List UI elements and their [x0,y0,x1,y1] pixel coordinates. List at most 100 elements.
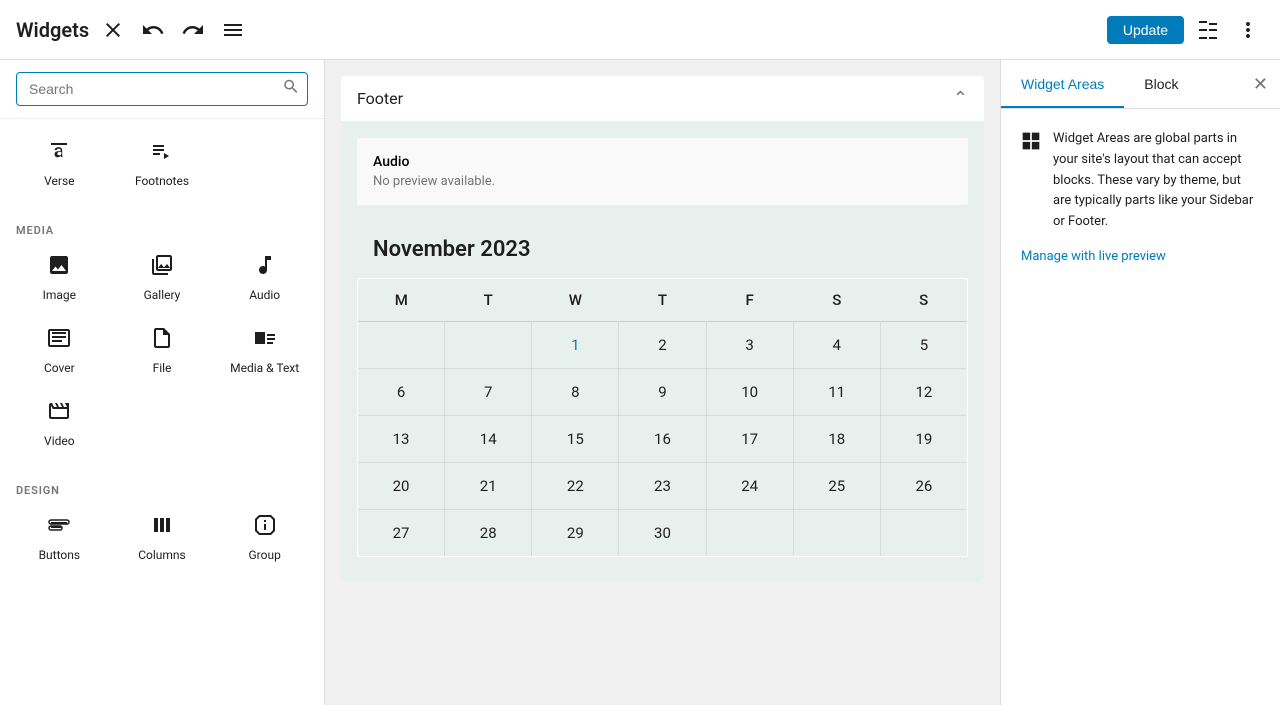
audio-sidebar-block[interactable]: Audio [213,241,316,314]
sidebar: Verse Footnotes MEDIA Image [0,60,325,705]
manage-live-preview-link[interactable]: Manage with live preview [1021,249,1260,264]
cal-cell: 4 [793,322,880,369]
right-panel-tabs: Widget Areas Block ✕ [1001,60,1280,109]
footnotes-icon [150,139,174,168]
cal-cell[interactable]: 1 [532,322,619,369]
cal-cell: 6 [358,369,445,416]
topbar-left: Widgets [16,14,249,46]
cal-cell: 5 [880,322,967,369]
list-icon [221,18,245,42]
media-section-label: MEDIA [0,216,324,241]
verse-block[interactable]: Verse [8,127,111,200]
media-text-block[interactable]: Media & Text [213,314,316,387]
cal-cell: 9 [619,369,706,416]
columns-icon [150,513,174,542]
search-button[interactable] [282,78,300,101]
cal-cell: 15 [532,416,619,463]
cal-cell: 17 [706,416,793,463]
cal-cell: 28 [445,510,532,557]
group-block[interactable]: Group [213,501,316,574]
verse-icon [47,139,71,168]
cal-cell: 3 [706,322,793,369]
topbar-title: Widgets [16,18,89,42]
cal-cell: 14 [445,416,532,463]
buttons-icon [47,513,71,542]
cal-cell: 8 [532,369,619,416]
cal-cell: 23 [619,463,706,510]
footer-widget-header: Footer ⌃ [341,76,984,122]
image-label: Image [43,288,76,302]
cal-cell: 12 [880,369,967,416]
image-block[interactable]: Image [8,241,111,314]
text-blocks-grid: Verse Footnotes [0,127,324,200]
video-block[interactable]: Video [8,387,111,460]
tab-block[interactable]: Block [1124,60,1198,108]
cal-cell: 13 [358,416,445,463]
cal-cell: 22 [532,463,619,510]
cal-cell: 27 [358,510,445,557]
columns-block[interactable]: Columns [111,501,214,574]
widget-areas-icon [1021,131,1041,156]
footer-widget-title: Footer [357,89,403,108]
cal-cell [358,322,445,369]
calendar-container: November 2023 M T W T F S S [357,221,968,565]
video-icon [47,399,71,428]
footnotes-label: Footnotes [135,174,189,188]
cal-cell: 25 [793,463,880,510]
cal-cell: 18 [793,416,880,463]
cal-cell: 26 [880,463,967,510]
cal-cell: 29 [532,510,619,557]
footnotes-block[interactable]: Footnotes [111,127,214,200]
search-icon [282,78,300,96]
design-section-label: DESIGN [0,476,324,501]
main-layout: Verse Footnotes MEDIA Image [0,60,1280,705]
cover-block[interactable]: Cover [8,314,111,387]
media-text-label: Media & Text [230,361,299,375]
gallery-icon [150,253,174,282]
video-label: Video [44,434,75,448]
audio-block-title: Audio [373,154,952,170]
right-panel-close-button[interactable]: ✕ [1241,60,1280,108]
design-blocks-grid: Buttons Columns Group [0,501,324,574]
buttons-block[interactable]: Buttons [8,501,111,574]
gallery-block[interactable]: Gallery [111,241,214,314]
list-view-button[interactable] [217,14,249,46]
gallery-label: Gallery [144,288,181,302]
cal-header-w: W [532,279,619,322]
cal-cell [880,510,967,557]
right-panel: Widget Areas Block ✕ Widget Areas are gl… [1000,60,1280,705]
audio-sidebar-icon [253,253,277,282]
tab-widget-areas[interactable]: Widget Areas [1001,60,1124,108]
redo-icon [181,18,205,42]
verse-label: Verse [44,174,74,188]
update-button[interactable]: Update [1107,16,1184,44]
redo-button[interactable] [177,14,209,46]
cal-cell [793,510,880,557]
cal-cell: 16 [619,416,706,463]
media-blocks-grid: Image Gallery Audio [0,241,324,460]
close-button[interactable] [97,14,129,46]
undo-icon [141,18,165,42]
cal-header-s2: S [880,279,967,322]
cover-icon [47,326,71,355]
text-blocks-section: Verse Footnotes [0,119,324,208]
cal-cell: 19 [880,416,967,463]
file-block[interactable]: File [111,314,214,387]
undo-button[interactable] [137,14,169,46]
group-icon [253,513,277,542]
content-area: Footer ⌃ Audio No preview available. Nov… [325,60,1000,705]
search-input[interactable] [16,72,308,106]
media-text-icon [253,326,277,355]
footer-collapse-button[interactable]: ⌃ [953,88,968,109]
cal-cell: 30 [619,510,706,557]
cal-day-link[interactable]: 1 [571,336,579,354]
more-options-button[interactable] [1232,14,1264,46]
audio-block-subtitle: No preview available. [373,174,952,189]
audio-sidebar-label: Audio [249,288,280,302]
layout-button[interactable] [1192,14,1224,46]
cal-header-m: M [358,279,445,322]
cal-cell: 11 [793,369,880,416]
layout-icon [1196,18,1220,42]
cal-cell: 24 [706,463,793,510]
cal-header-f: F [706,279,793,322]
